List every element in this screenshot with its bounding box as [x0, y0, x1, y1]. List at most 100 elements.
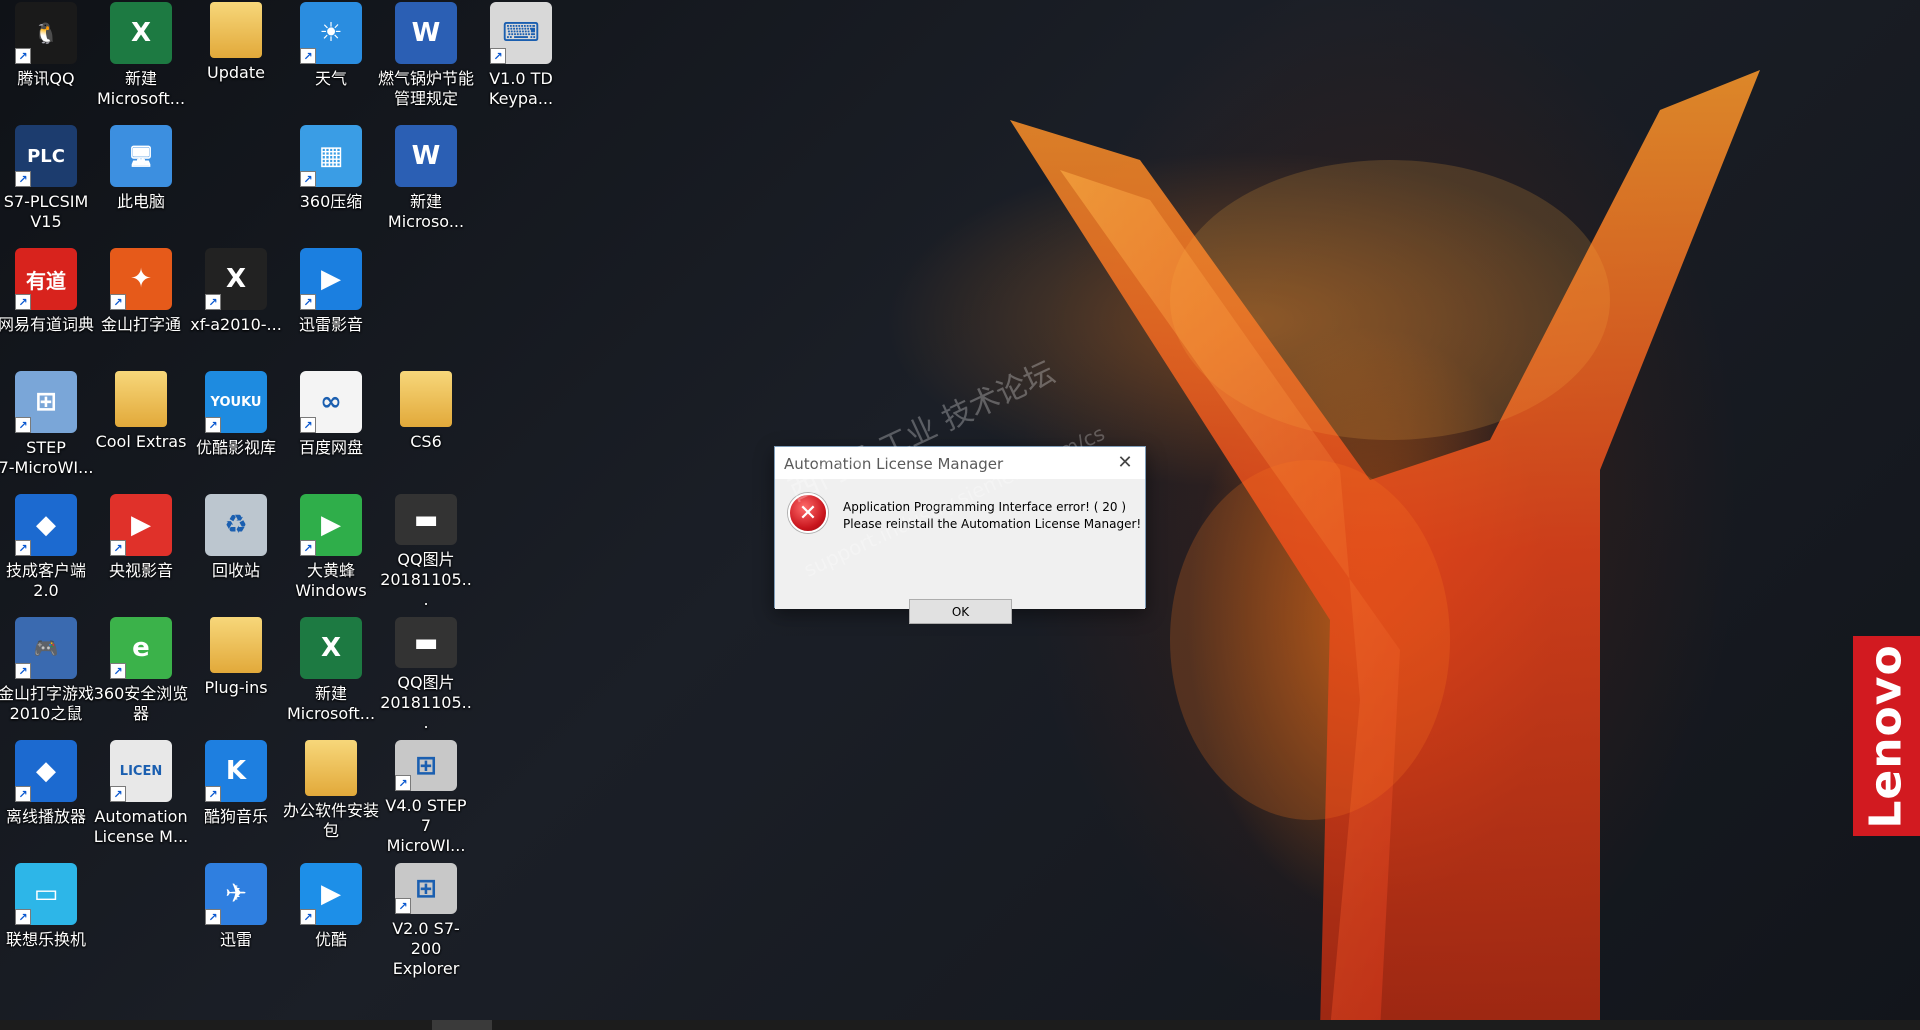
shortcut-arrow-icon: ↗ [110, 540, 126, 556]
icon-glyph: PLC [27, 145, 65, 167]
desktop-icon-label: 燃气锅炉节能 管理规定 [378, 69, 475, 108]
taskbar [0, 1020, 1920, 1030]
shortcut-arrow-icon: ↗ [15, 294, 31, 310]
desktop-icon[interactable]: ▬ QQ图片 20181105... [380, 492, 472, 610]
icon-glyph: ▶ [321, 264, 341, 294]
shortcut-arrow-icon: ↗ [110, 663, 126, 679]
shortcut-arrow-icon: ↗ [205, 294, 221, 310]
desktop-icon[interactable]: X ↗ xf-a2010-... [190, 246, 282, 364]
desktop-icon[interactable]: K ↗ 酷狗音乐 [190, 738, 282, 856]
desktop-icon-label: 金山打字游戏 2010之鼠 [0, 684, 95, 723]
desktop-icon-label: S7-PLCSIM V15 [3, 192, 89, 231]
shortcut-arrow-icon: ↗ [15, 786, 31, 802]
icon-glyph: X [130, 18, 152, 48]
dialog-title-bar[interactable]: Automation License Manager ✕ [775, 447, 1145, 479]
desktop-icon[interactable]: ⊞ ↗ V4.0 STEP 7 MicroWI... [380, 738, 472, 856]
desktop-icon[interactable]: ☀ ↗ 天气 [285, 0, 377, 118]
shortcut-arrow-icon: ↗ [15, 48, 31, 64]
icon-glyph: LICEN [119, 763, 163, 779]
desktop-icon[interactable]: ▶ ↗ 大黄蜂 Windows [285, 492, 377, 610]
step7-microwin-icon: ⊞ ↗ [15, 371, 77, 433]
desktop-icon[interactable]: YOUKU ↗ 优酷影视库 [190, 369, 282, 487]
desktop-icon[interactable]: CS6 [380, 369, 472, 487]
folder-icon [305, 740, 357, 796]
desktop-icon[interactable]: ▶ ↗ 优酷 [285, 861, 377, 979]
shortcut-arrow-icon: ↗ [15, 540, 31, 556]
image-file-icon: ▬ [395, 617, 457, 668]
qq-penguin-icon: 🐧 ↗ [15, 2, 77, 64]
kingsoft-typing-icon: ✦ ↗ [110, 248, 172, 310]
desktop-icon-label: QQ图片 20181105... [380, 673, 472, 732]
image-file-icon: ▬ [395, 494, 457, 545]
desktop-icon-label: 新建 Microsoft... [96, 69, 186, 108]
shortcut-arrow-icon: ↗ [300, 417, 316, 433]
excel-file-icon: X [110, 2, 172, 64]
desktop-icon[interactable]: ▶ ↗ 央视影音 [95, 492, 187, 610]
icon-glyph: ▶ [321, 510, 341, 540]
icon-glyph: ◆ [36, 510, 56, 540]
shortcut-arrow-icon: ↗ [15, 171, 31, 187]
folder-icon [400, 371, 452, 427]
desktop-icon[interactable]: ▬ QQ图片 20181105... [380, 615, 472, 733]
desktop-icon[interactable]: PLC ↗ S7-PLCSIM V15 [0, 123, 92, 241]
desktop-icon[interactable]: 有道 ↗ 网易有道词典 [0, 246, 94, 364]
xunlei-player-icon: ▶ ↗ [300, 248, 362, 310]
desktop-icon-label: 酷狗音乐 [203, 807, 268, 826]
desktop-icon[interactable]: ⊞ ↗ V2.0 S7-200 Explorer [380, 861, 472, 979]
shortcut-arrow-icon: ↗ [300, 294, 316, 310]
desktop-icon[interactable]: ▭ ↗ 联想乐换机 [0, 861, 92, 979]
desktop-icon[interactable]: Plug-ins [190, 615, 282, 733]
taskbar-button[interactable] [432, 1020, 492, 1030]
shortcut-arrow-icon: ↗ [300, 540, 316, 556]
cctv-player-icon: ▶ ↗ [110, 494, 172, 556]
desktop-icon[interactable]: e ↗ 360安全浏览 器 [94, 615, 188, 733]
desktop-icon[interactable]: ◆ ↗ 离线播放器 [0, 738, 92, 856]
desktop-icon[interactable]: 🖥 此电脑 [95, 123, 187, 241]
desktop-icon-label: 360压缩 [299, 192, 363, 211]
desktop-icon[interactable]: X 新建 Microsoft... [95, 0, 187, 118]
desktop-icon[interactable]: ▶ ↗ 迅雷影音 [285, 246, 377, 364]
desktop-icon[interactable]: ⌨ ↗ V1.0 TD Keypa... [475, 0, 567, 118]
desktop-icon[interactable]: ⊞ ↗ STEP 7-MicroWI... [0, 369, 94, 487]
icon-glyph: ▭ [33, 879, 59, 909]
desktop-icon-label: 回收站 [211, 561, 260, 580]
desktop-icon[interactable]: Cool Extras [95, 369, 187, 487]
shortcut-arrow-icon: ↗ [15, 417, 31, 433]
desktop-icon[interactable]: W 新建 Microso... [380, 123, 472, 241]
desktop-icon-label: Update [207, 63, 265, 82]
desktop-icon[interactable]: ▦ ↗ 360压缩 [285, 123, 377, 241]
ok-button[interactable]: OK [909, 599, 1012, 624]
shortcut-arrow-icon: ↗ [205, 417, 221, 433]
desktop-icon-label: 百度网盘 [298, 438, 363, 457]
desktop-icon[interactable]: ◆ ↗ 技成客户端 2.0 [0, 492, 92, 610]
desktop-icon-label: 大黄蜂 Windows [295, 561, 367, 600]
step7-microwin-icon: ⊞ ↗ [395, 740, 457, 791]
desktop-icon-label: 办公软件安装 包 [283, 801, 380, 840]
desktop-icon[interactable]: X 新建 Microsoft... [285, 615, 377, 733]
error-message: Application Programming Interface error!… [843, 499, 1141, 533]
desktop-icon[interactable]: W 燃气锅炉节能 管理规定 [378, 0, 475, 118]
desktop-icon-label: 腾讯QQ [17, 69, 75, 88]
shortcut-arrow-icon: ↗ [490, 48, 506, 64]
desktop-icon[interactable]: 🎮 ↗ 金山打字游戏 2010之鼠 [0, 615, 95, 733]
desktop-icon[interactable]: ✦ ↗ 金山打字通 [95, 246, 187, 364]
desktop-icon[interactable]: Update [190, 0, 282, 118]
icon-glyph: ⊞ [415, 873, 437, 904]
word-document-icon: W [395, 125, 457, 187]
youku-player-icon: ▶ ↗ [300, 863, 362, 925]
close-icon[interactable]: ✕ [1115, 453, 1135, 473]
desktop-icon[interactable]: LICEN ↗ Automation License M... [93, 738, 189, 856]
excel-file-icon: X [300, 617, 362, 679]
desktop-icon-label: 金山打字通 [100, 315, 181, 334]
icon-glyph: e [132, 633, 150, 663]
desktop-icon-label: STEP 7-MicroWI... [0, 438, 94, 477]
desktop-icon[interactable]: ♻ 回收站 [190, 492, 282, 610]
s7-200-explorer-icon: ⊞ ↗ [395, 863, 457, 914]
desktop-icon[interactable]: 🐧 ↗ 腾讯QQ [0, 0, 92, 118]
desktop-icon-label: 新建 Microsoft... [286, 684, 376, 723]
desktop-icon[interactable]: 办公软件安装 包 [283, 738, 380, 856]
shortcut-arrow-icon: ↗ [395, 898, 411, 914]
desktop-icon[interactable]: ∞ ↗ 百度网盘 [285, 369, 377, 487]
desktop-icon-label: Automation License M... [93, 807, 189, 846]
desktop-icon[interactable]: ✈ ↗ 迅雷 [190, 861, 282, 979]
